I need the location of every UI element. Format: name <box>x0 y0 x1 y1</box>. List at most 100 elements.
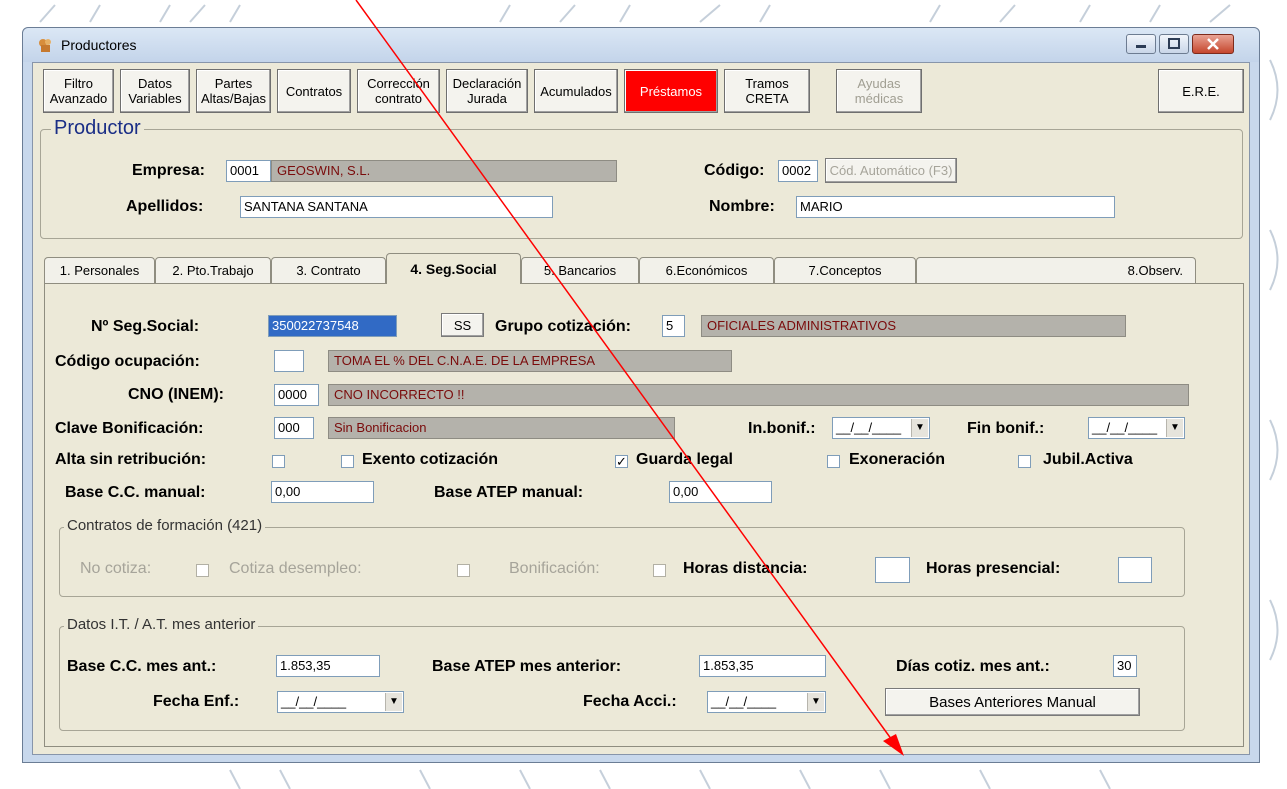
declaracion-jurada-button[interactable]: Declaración Jurada <box>446 69 528 113</box>
ocupacion-desc-field: TOMA EL % DEL C.N.A.E. DE LA EMPRESA <box>328 350 732 372</box>
empresa-label: Empresa: <box>132 162 205 179</box>
prestamos-button[interactable]: Préstamos <box>624 69 718 113</box>
desempleo-checkbox[interactable] <box>457 564 470 577</box>
acumulados-button[interactable]: Acumulados <box>534 69 618 113</box>
cno-label: CNO (INEM): <box>128 386 224 403</box>
exoneracion-checkbox[interactable] <box>827 455 840 468</box>
it-at-group: Datos I.T. / A.T. mes anterior Base C.C.… <box>59 616 1185 731</box>
filtro-avanzado-button[interactable]: Filtro Avanzado <box>43 69 114 113</box>
jubil-activa-label: Jubil.Activa <box>1043 451 1133 468</box>
basecc-mes-ant-label: Base C.C. mes ant.: <box>67 658 217 675</box>
tab-personales[interactable]: 1. Personales <box>44 257 155 283</box>
jubil-activa-checkbox[interactable] <box>1018 455 1031 468</box>
tab-contrato[interactable]: 3. Contrato <box>271 257 386 283</box>
dropdown-arrow-icon[interactable]: ▼ <box>1166 419 1183 437</box>
dropdown-arrow-icon[interactable]: ▼ <box>385 693 402 711</box>
close-button[interactable] <box>1192 34 1234 54</box>
baseatep-mes-anterior-input[interactable]: 1.853,35 <box>699 655 826 677</box>
codigo-input[interactable]: 0002 <box>778 160 818 182</box>
nss-label: Nº Seg.Social: <box>91 318 200 335</box>
baseatep-manual-input[interactable]: 0,00 <box>669 481 772 503</box>
fecha-enf-label: Fecha Enf.: <box>153 693 240 710</box>
partes-altas-bajas-button[interactable]: Partes Altas/Bajas <box>196 69 271 113</box>
ss-button[interactable]: SS <box>441 313 484 337</box>
nocotiza-checkbox[interactable] <box>196 564 209 577</box>
tab-economicos[interactable]: 6.Económicos <box>639 257 774 283</box>
datos-variables-button[interactable]: Datos Variables <box>120 69 190 113</box>
horas-distancia-input[interactable] <box>875 557 910 583</box>
exento-checkbox[interactable] <box>341 455 354 468</box>
bases-anteriores-manual-button[interactable]: Bases Anteriores Manual <box>885 688 1140 716</box>
tramos-creta-button[interactable]: Tramos CRETA <box>724 69 810 113</box>
bonif-input[interactable]: 000 <box>274 417 314 439</box>
codigo-label: Código: <box>704 162 765 179</box>
bonificacion-formacion-checkbox[interactable] <box>653 564 666 577</box>
empresa-code-input[interactable]: 0001 <box>226 160 271 182</box>
empresa-name-field: GEOSWIN, S.L. <box>271 160 617 182</box>
maximize-button[interactable] <box>1159 34 1189 54</box>
fecha-acci-date-picker[interactable]: __/__/____ ▼ <box>707 691 826 713</box>
nombre-input[interactable]: MARIO <box>796 196 1115 218</box>
cno-input[interactable]: 0000 <box>274 384 319 406</box>
window-title: Productores <box>61 37 137 53</box>
contratos-button[interactable]: Contratos <box>277 69 351 113</box>
bonificacion-formacion-label: Bonificación: <box>509 560 600 577</box>
close-icon <box>1207 38 1219 50</box>
fecha-enf-date-picker[interactable]: __/__/____ ▼ <box>277 691 404 713</box>
tab-observ[interactable]: 8.Observ. <box>916 257 1196 283</box>
formacion-group: Contratos de formación (421) No cotiza: … <box>59 517 1185 597</box>
ayudas-medicas-button[interactable]: Ayudas médicas <box>836 69 922 113</box>
finbonif-label: Fin bonif.: <box>967 420 1045 437</box>
basecc-manual-input[interactable]: 0,00 <box>271 481 374 503</box>
inbonif-value: __/__/____ <box>836 420 902 435</box>
ere-button[interactable]: E.R.E. <box>1158 69 1244 113</box>
apellidos-input[interactable]: SANTANA SANTANA <box>240 196 553 218</box>
inbonif-date-picker[interactable]: __/__/____ ▼ <box>832 417 930 439</box>
dropdown-arrow-icon[interactable]: ▼ <box>807 693 824 711</box>
cod-automatico-button[interactable]: Cód. Automático (F3) <box>825 158 957 183</box>
ocupacion-input[interactable] <box>274 350 304 372</box>
grupo-input[interactable]: 5 <box>662 315 685 337</box>
tab-seg-social[interactable]: 4. Seg.Social <box>386 253 521 284</box>
bonif-desc-field: Sin Bonificacion <box>328 417 675 439</box>
fecha-acci-label: Fecha Acci.: <box>583 693 677 710</box>
tab-pto-trabajo[interactable]: 2. Pto.Trabajo <box>155 257 271 283</box>
productor-legend: Productor <box>51 117 144 140</box>
correccion-contrato-button[interactable]: Corrección contrato <box>357 69 440 113</box>
nss-input[interactable]: 350022737548 <box>268 315 397 337</box>
baseatep-manual-label: Base ATEP manual: <box>434 484 584 501</box>
dias-cotiz-input[interactable]: 30 <box>1113 655 1137 677</box>
guarda-legal-checkbox[interactable]: ✓ <box>615 455 628 468</box>
fecha-enf-value: __/__/____ <box>281 694 347 709</box>
alta-sin-label: Alta sin retribución: <box>55 451 207 468</box>
minimize-button[interactable] <box>1126 34 1156 54</box>
finbonif-date-picker[interactable]: __/__/____ ▼ <box>1088 417 1185 439</box>
basecc-manual-label: Base C.C. manual: <box>65 484 206 501</box>
productor-group: Productor Empresa: 0001 GEOSWIN, S.L. Có… <box>40 117 1243 239</box>
fecha-acci-value: __/__/____ <box>711 694 777 709</box>
dias-cotiz-label: Días cotiz. mes ant.: <box>896 658 1050 675</box>
tab-bancarios[interactable]: 5. Bancarios <box>521 257 639 283</box>
app-icon <box>39 39 51 52</box>
guarda-legal-label: Guarda legal <box>636 451 733 468</box>
cno-desc-field: CNO INCORRECTO !! <box>328 384 1189 406</box>
baseatep-mes-anterior-label: Base ATEP mes anterior: <box>432 658 622 675</box>
productores-window: Productores Filtro Avanzado Datos Variab… <box>22 27 1260 763</box>
horas-presencial-input[interactable] <box>1118 557 1152 583</box>
inbonif-label: In.bonif.: <box>748 420 816 437</box>
tab-conceptos[interactable]: 7.Conceptos <box>774 257 916 283</box>
dropdown-arrow-icon[interactable]: ▼ <box>911 419 928 437</box>
grupo-label: Grupo cotización: <box>495 318 631 335</box>
grupo-desc-field: OFICIALES ADMINISTRATIVOS <box>701 315 1126 337</box>
ocupacion-label: Código ocupación: <box>55 353 200 370</box>
horas-presencial-label: Horas presencial: <box>926 560 1061 577</box>
horas-distancia-label: Horas distancia: <box>683 560 808 577</box>
maximize-icon <box>1168 38 1180 49</box>
alta-sin-checkbox[interactable] <box>272 455 285 468</box>
basecc-mes-ant-input[interactable]: 1.853,35 <box>276 655 380 677</box>
bonif-label: Clave Bonificación: <box>55 420 204 437</box>
title-bar[interactable]: Productores <box>23 28 1259 62</box>
client-area: Filtro Avanzado Datos Variables Partes A… <box>32 62 1250 755</box>
desempleo-label: Cotiza desempleo: <box>229 560 362 577</box>
minimize-icon <box>1136 45 1146 48</box>
